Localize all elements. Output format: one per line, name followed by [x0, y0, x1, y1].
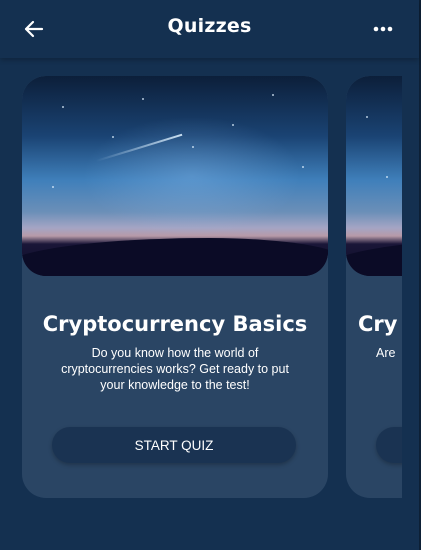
start-quiz-button[interactable]: START QUIZ — [52, 427, 296, 463]
top-app-bar: Quizzes — [0, 0, 419, 58]
page-title: Quizzes — [167, 15, 252, 37]
quiz-description: Do you know how the world of cryptocurre… — [61, 346, 289, 392]
more-options-button[interactable] — [369, 16, 397, 42]
quiz-cover-image — [346, 76, 402, 276]
quiz-title: Cry — [358, 312, 398, 336]
quiz-card[interactable]: Cryptocurrency Basics Do you know how th… — [22, 76, 328, 498]
more-horizontal-icon — [373, 26, 393, 32]
app-frame: Quizzes Cryptocurrency Basics Do you kno… — [0, 0, 421, 550]
quiz-title: Cryptocurrency Basics — [42, 312, 308, 336]
quiz-card-next[interactable]: Cry Are — [346, 76, 402, 498]
quiz-description: Are — [376, 346, 396, 360]
start-quiz-button[interactable] — [376, 427, 402, 463]
quiz-cover-image — [22, 76, 328, 276]
quiz-carousel[interactable]: Cryptocurrency Basics Do you know how th… — [0, 58, 402, 550]
